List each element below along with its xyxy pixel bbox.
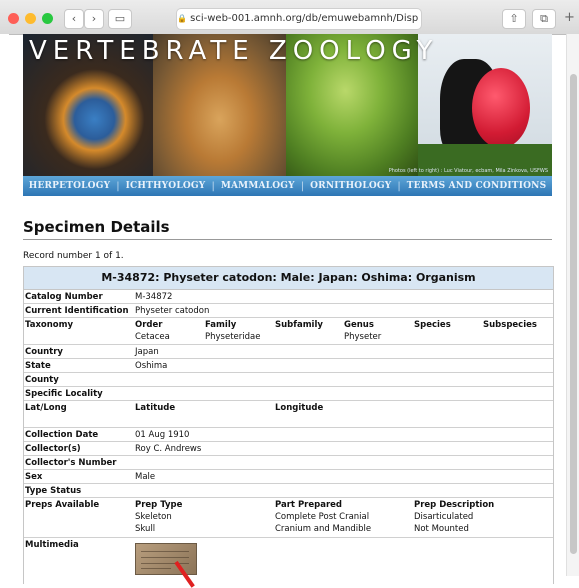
value-catalog-number: M-34872 bbox=[135, 292, 173, 302]
specimen-table: M-34872: Physeter catodon: Male: Japan: … bbox=[23, 266, 554, 584]
value-country: Japan bbox=[135, 347, 159, 357]
title-divider bbox=[23, 239, 552, 240]
multimedia-thumbnail[interactable] bbox=[135, 543, 197, 575]
banner-photo-credit: Photos (left to right) : Luc Viatour, ec… bbox=[388, 168, 548, 174]
label-county: County bbox=[25, 375, 59, 385]
sidebar-toggle-button[interactable]: ▭ bbox=[108, 9, 132, 29]
prep-part-1: Complete Post Cranial bbox=[275, 512, 370, 522]
nav-herpetology[interactable]: HERPETOLOGY bbox=[23, 181, 116, 191]
row-collector-number: Collector's Number bbox=[24, 456, 553, 470]
row-lat-long: Lat/Long Latitude Longitude bbox=[24, 401, 553, 428]
row-country: Country Japan bbox=[24, 345, 553, 359]
label-current-identification: Current Identification bbox=[25, 306, 129, 316]
taxonomy-value-genus: Physeter bbox=[344, 332, 382, 342]
nav-ichthyology[interactable]: ICHTHYOLOGY bbox=[120, 181, 212, 191]
vertical-scrollbar[interactable] bbox=[566, 34, 579, 576]
frigatebird-pouch bbox=[472, 68, 530, 148]
row-multimedia: Multimedia bbox=[24, 538, 553, 584]
value-collection-date: 01 Aug 1910 bbox=[135, 430, 190, 440]
tab-overview-button[interactable]: ⧉ bbox=[532, 9, 556, 29]
taxonomy-header-species: Species bbox=[414, 320, 451, 330]
browser-toolbar: ‹ › ▭ 🔒 sci-web-001.amnh.org/db/emuwebam… bbox=[0, 0, 579, 35]
minimize-window-button[interactable] bbox=[25, 13, 36, 24]
new-tab-button[interactable]: + bbox=[564, 10, 575, 25]
label-type-status: Type Status bbox=[25, 486, 82, 496]
label-specific-locality: Specific Locality bbox=[25, 389, 103, 399]
zoom-window-button[interactable] bbox=[42, 13, 53, 24]
value-current-identification: Physeter catodon bbox=[135, 306, 210, 316]
row-collection-date: Collection Date 01 Aug 1910 bbox=[24, 428, 553, 442]
address-bar[interactable]: 🔒 sci-web-001.amnh.org/db/emuwebamnh/Dis… bbox=[176, 8, 422, 30]
share-button[interactable]: ⇧ bbox=[502, 9, 526, 29]
value-state: Oshima bbox=[135, 361, 168, 371]
section-nav-bar: HERPETOLOGY | ICHTHYOLOGY | MAMMALOGY | … bbox=[23, 176, 552, 196]
row-state: State Oshima bbox=[24, 359, 553, 373]
taxonomy-header-family: Family bbox=[205, 320, 237, 330]
taxonomy-value-order: Cetacea bbox=[135, 332, 170, 342]
value-sex: Male bbox=[135, 472, 156, 482]
forward-button[interactable]: › bbox=[84, 9, 104, 29]
label-taxonomy: Taxonomy bbox=[25, 320, 74, 330]
row-preps-available: Preps Available Prep Type Part Prepared … bbox=[24, 498, 553, 538]
prep-type-1: Skeleton bbox=[135, 512, 172, 522]
label-lat-long: Lat/Long bbox=[25, 403, 67, 413]
label-country: Country bbox=[25, 347, 63, 357]
taxonomy-header-subfamily: Subfamily bbox=[275, 320, 323, 330]
row-county: County bbox=[24, 373, 553, 387]
row-type-status: Type Status bbox=[24, 484, 553, 498]
row-collector: Collector(s) Roy C. Andrews bbox=[24, 442, 553, 456]
label-catalog-number: Catalog Number bbox=[25, 292, 103, 302]
prep-part-2: Cranium and Mandible bbox=[275, 524, 372, 534]
label-collector: Collector(s) bbox=[25, 444, 81, 454]
label-collector-number: Collector's Number bbox=[25, 458, 117, 468]
lock-icon: 🔒 bbox=[177, 14, 187, 23]
back-button[interactable]: ‹ bbox=[64, 9, 84, 29]
header-longitude: Longitude bbox=[275, 403, 324, 413]
scrollbar-thumb[interactable] bbox=[570, 74, 577, 554]
row-current-identification: Current Identification Physeter catodon bbox=[24, 304, 553, 318]
banner-title: VERTEBRATE ZOOLOGY bbox=[29, 36, 439, 66]
header-part-prepared: Part Prepared bbox=[275, 500, 342, 510]
page-title: Specimen Details bbox=[23, 218, 170, 236]
prep-description-1: Disarticulated bbox=[414, 512, 474, 522]
label-collection-date: Collection Date bbox=[25, 430, 99, 440]
specimen-table-title: M-34872: Physeter catodon: Male: Japan: … bbox=[24, 267, 553, 290]
url-text: sci-web-001.amnh.org/db/emuwebamnh/Disp bbox=[190, 13, 419, 24]
taxonomy-header-order: Order bbox=[135, 320, 163, 330]
nav-terms-and-conditions[interactable]: TERMS AND CONDITIONS bbox=[401, 181, 552, 191]
taxonomy-value-family: Physeteridae bbox=[205, 332, 261, 342]
taxonomy-header-subspecies: Subspecies bbox=[483, 320, 537, 330]
row-specific-locality: Specific Locality bbox=[24, 387, 553, 401]
prep-description-2: Not Mounted bbox=[414, 524, 469, 534]
nav-mammalogy[interactable]: MAMMALOGY bbox=[215, 181, 301, 191]
label-state: State bbox=[25, 361, 51, 371]
label-multimedia: Multimedia bbox=[25, 540, 79, 550]
row-catalog-number: Catalog Number M-34872 bbox=[24, 290, 553, 304]
record-count: Record number 1 of 1. bbox=[23, 251, 124, 261]
row-sex: Sex Male bbox=[24, 470, 553, 484]
site-banner: VERTEBRATE ZOOLOGY Photos (left to right… bbox=[23, 34, 552, 196]
label-sex: Sex bbox=[25, 472, 43, 482]
row-taxonomy: Taxonomy Order Family Subfamily Genus Sp… bbox=[24, 318, 553, 345]
taxonomy-header-genus: Genus bbox=[344, 320, 374, 330]
header-latitude: Latitude bbox=[135, 403, 176, 413]
nav-ornithology[interactable]: ORNITHOLOGY bbox=[304, 181, 397, 191]
page-left-margin bbox=[0, 34, 9, 576]
label-preps-available: Preps Available bbox=[25, 500, 100, 510]
header-prep-description: Prep Description bbox=[414, 500, 495, 510]
close-window-button[interactable] bbox=[8, 13, 19, 24]
header-prep-type: Prep Type bbox=[135, 500, 183, 510]
prep-type-2: Skull bbox=[135, 524, 156, 534]
value-collector: Roy C. Andrews bbox=[135, 444, 202, 454]
